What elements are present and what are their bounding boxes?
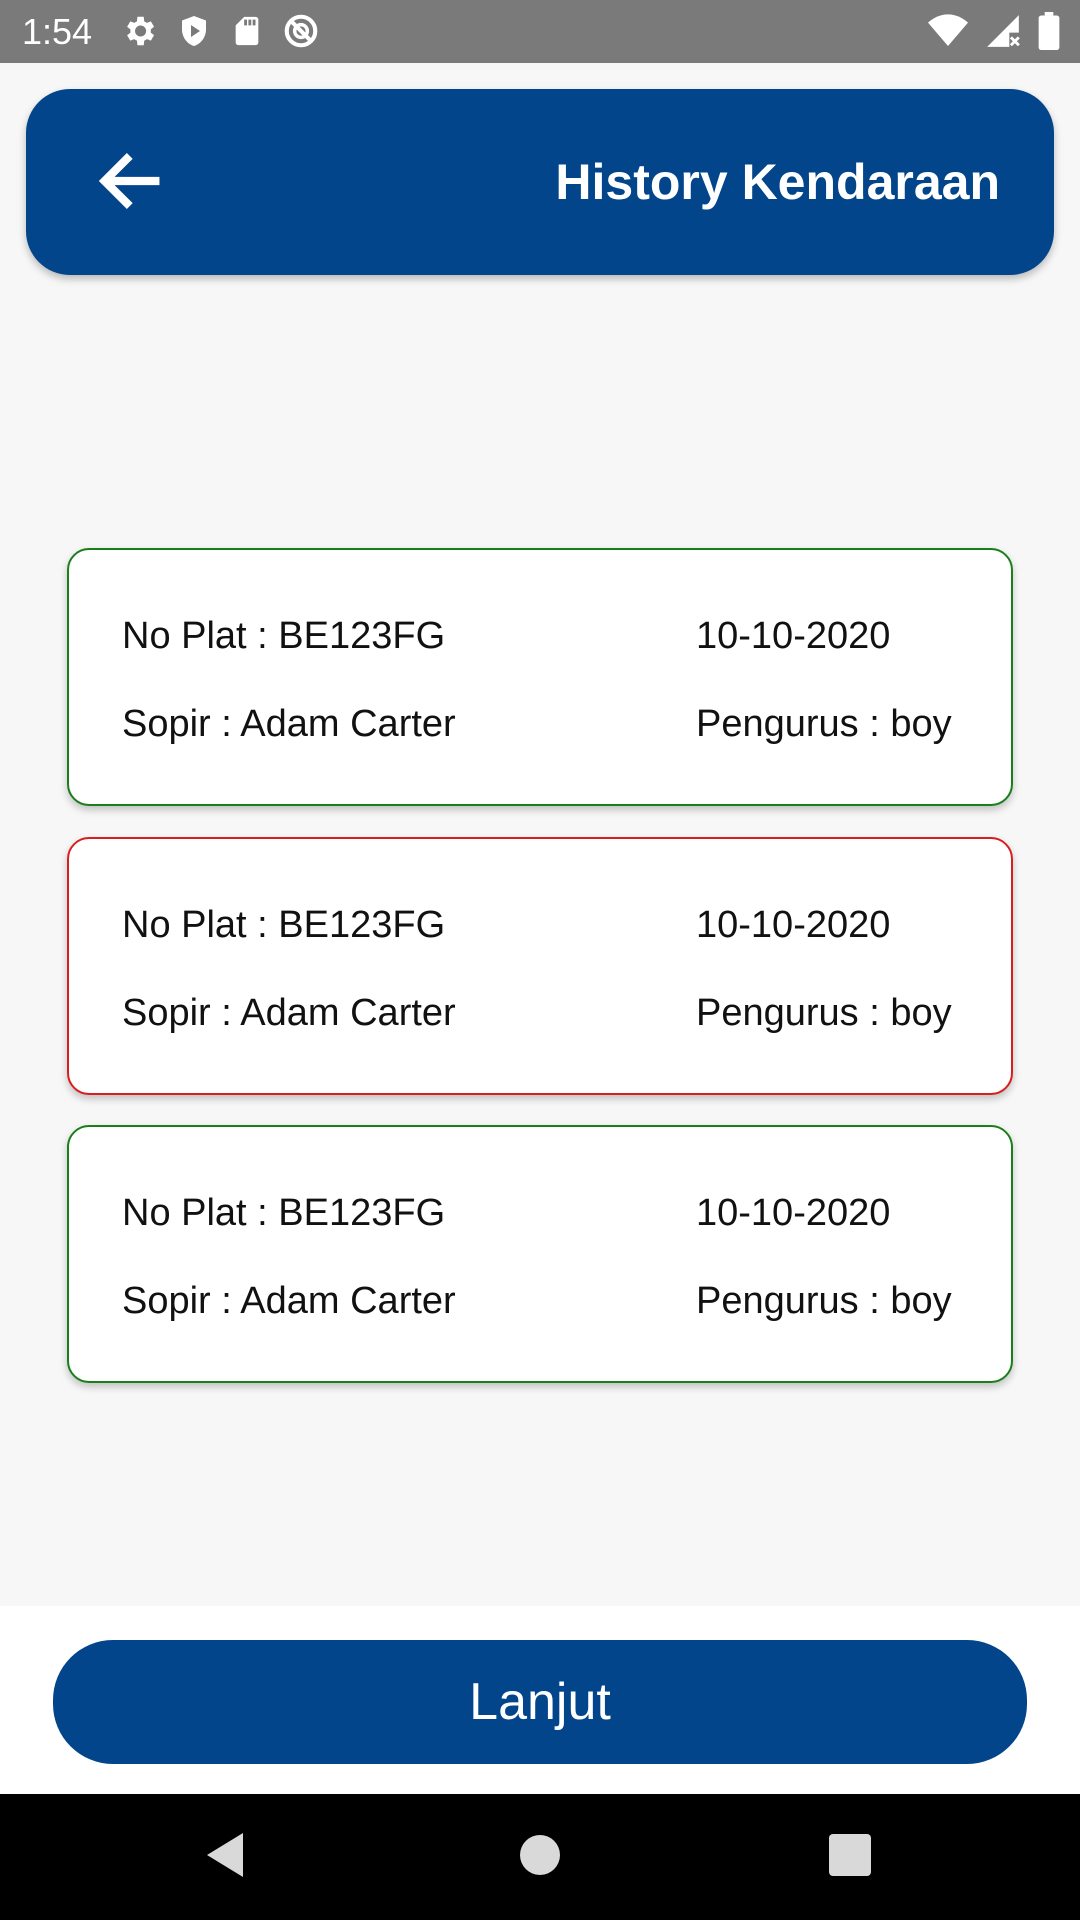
battery-icon — [1038, 12, 1060, 50]
arrow-left-icon — [92, 143, 168, 224]
nav-home-button[interactable] — [510, 1827, 570, 1887]
continue-button[interactable]: Lanjut — [53, 1640, 1027, 1764]
history-card[interactable]: No Plat : BE123FG 10-10-2020 Sopir : Ada… — [67, 837, 1013, 1095]
record-date: 10-10-2020 — [696, 904, 891, 946]
system-nav-bar — [0, 1794, 1080, 1920]
history-card[interactable]: No Plat : BE123FG 10-10-2020 Sopir : Ada… — [67, 1125, 1013, 1383]
manager-name: Pengurus : boy — [696, 992, 952, 1034]
status-bar: 1:54 — [0, 0, 1080, 63]
manager-name: Pengurus : boy — [696, 703, 952, 745]
history-card[interactable]: No Plat : BE123FG 10-10-2020 Sopir : Ada… — [67, 548, 1013, 806]
driver-name: Sopir : Adam Carter — [122, 703, 456, 745]
status-icons-right — [928, 12, 1060, 50]
back-button[interactable] — [82, 135, 178, 231]
manager-name: Pengurus : boy — [696, 1280, 952, 1322]
sd-card-icon — [230, 12, 264, 50]
wifi-icon — [928, 13, 968, 49]
driver-name: Sopir : Adam Carter — [122, 1280, 456, 1322]
home-circle-icon — [518, 1833, 562, 1882]
driver-name: Sopir : Adam Carter — [122, 992, 456, 1034]
record-date: 10-10-2020 — [696, 615, 891, 657]
plate-number: No Plat : BE123FG — [122, 904, 446, 946]
shield-icon — [176, 12, 212, 50]
status-time: 1:54 — [22, 11, 93, 52]
recents-square-icon — [829, 1833, 871, 1881]
plate-number: No Plat : BE123FG — [122, 615, 446, 657]
do-not-disturb-icon — [282, 12, 320, 50]
nav-recents-button[interactable] — [820, 1827, 880, 1887]
page-title: History Kendaraan — [555, 154, 1000, 210]
nav-back-button[interactable] — [195, 1827, 255, 1887]
signal-icon — [984, 12, 1022, 50]
record-date: 10-10-2020 — [696, 1192, 891, 1234]
plate-number: No Plat : BE123FG — [122, 1192, 446, 1234]
gear-icon — [120, 12, 158, 50]
back-triangle-icon — [203, 1831, 247, 1884]
status-icons-left — [120, 12, 320, 50]
